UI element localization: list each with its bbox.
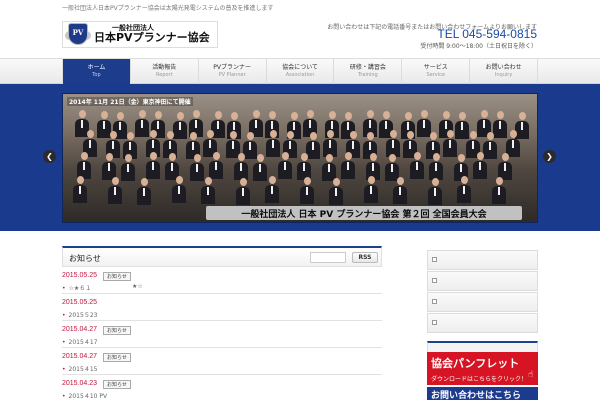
news-category-badge: お知らせ [103,380,131,389]
news-item-text: 2015４15 [68,366,98,373]
site-logo[interactable]: PV 一般社団法人 日本PVプランナー協会 [62,21,218,48]
hero-photo: 2014年 11月 21日（金）東京神田にて開催 一般社団法人 日本 PV プラ… [62,93,538,223]
news-header: お知らせ RSS [62,246,382,267]
bullet-icon: • [62,366,66,373]
nav-item-sublabel: PV Planner [218,72,246,78]
news-item[interactable]: 2015.05.25 • 2015５23 [62,294,382,321]
nav-item-sublabel: Top [92,72,101,78]
nav-item-association[interactable]: 協会について Association [265,59,334,84]
nav-item-label: お問い合わせ [485,64,522,71]
photo-date-caption: 2014年 11月 21日（金）東京神田にて開催 [67,97,193,106]
slider-prev-arrow-icon[interactable]: ❮ [43,150,56,163]
sidebar [427,250,538,365]
global-nav: ホーム Top 活動報告 Report PVプランナー PV Planner 協会について A… [0,58,600,84]
contact-banner-title: お問い合わせはこちら [431,391,522,400]
bullet-icon [432,257,437,262]
rss-button[interactable]: RSS [352,252,378,263]
pamphlet-banner[interactable]: 協会パンフレット ダウンロードはこちらをクリック！ ☝ [427,352,538,385]
pointer-hand-icon: ☝ [528,370,534,380]
nav-item-inquiry[interactable]: お問い合わせ Inquiry [469,59,539,84]
news-category-badge: お知らせ [103,272,131,281]
news-date: 2015.05.25 [62,299,98,306]
news-date: 2015.05.25 [62,272,98,279]
news-item-extra: ★☆ [132,283,143,290]
bullet-icon [432,320,437,325]
event-banner: 一般社団法人 日本 PV プランナー協会 第２回 全国会員大会 [206,206,522,220]
nav-item-sublabel: Inquiry [494,72,513,78]
nav-item-sublabel: Association [285,72,315,78]
pamphlet-title: 協会パンフレット [431,357,520,370]
news-item-title[interactable]: • 2015５23 [62,310,97,319]
nav-item-label: 活動報告 [152,64,177,71]
bullet-icon [432,278,437,283]
news-item-title[interactable]: • 2015４15 [62,364,97,373]
news-date: 2015.04.27 [62,326,98,333]
association-emblem-icon: PV [65,22,91,47]
nav-item-top[interactable]: ホーム Top [62,59,130,84]
news-category-badge: お知らせ [103,326,131,335]
nav-item-label: PVプランナー [213,64,252,71]
news-item-title[interactable]: • ☆★６１ ★☆ [62,283,143,292]
nav-item-service[interactable]: サービス Service [401,59,469,84]
news-item-title[interactable]: • 2015４10 PV [62,391,107,400]
news-category-badge: お知らせ [103,353,131,362]
news-item[interactable]: 2015.04.27 お知らせ • 2015４15 [62,348,382,375]
business-hours: 受付時間 9:00～18:00（土日祝日を除く） [420,43,537,50]
hero-slider: 2014年 11月 21日（金）東京神田にて開催 一般社団法人 日本 PV プラ… [0,84,600,231]
nav-item-report[interactable]: 活動報告 Report [129,59,198,84]
phone-number[interactable]: TEL 045-594-0815 [437,27,537,41]
nav-item-sublabel: Training [358,72,378,78]
nav-item-sublabel: Report [156,72,173,78]
sidebar-item[interactable] [427,313,538,333]
nav-item-training[interactable]: 研修・講習会 Training [333,59,401,84]
news-item-text: 2015５23 [68,312,98,319]
sidebar-item[interactable] [427,250,538,270]
news-item-text: 2015４10 PV [68,393,108,400]
nav-item-label: ホーム [87,64,106,71]
event-banner-text: 一般社団法人 日本 PV プランナー協会 第２回 全国会員大会 [241,210,487,220]
news-item-title[interactable]: • 2015４17 [62,337,97,346]
sidebar-item[interactable] [427,292,538,312]
news-search-input[interactable] [310,252,346,263]
bullet-icon: • [62,312,66,319]
nav-item-label: 研修・講習会 [349,64,386,71]
bullet-icon: • [62,393,66,400]
news-date: 2015.04.27 [62,353,98,360]
bullet-icon: • [62,285,66,292]
pamphlet-subtitle: ダウンロードはこちらをクリック！ [431,376,528,383]
nav-item-label: サービス [423,64,448,71]
slider-next-arrow-icon[interactable]: ❯ [543,150,556,163]
contact-banner[interactable]: お問い合わせはこちら [427,387,538,400]
sidebar-item[interactable] [427,271,538,291]
bullet-icon [432,299,437,304]
nav-item-sublabel: Service [426,72,445,78]
logo-line-2: 日本PVプランナー協会 [94,31,210,45]
nav-item-label: 協会について [282,64,318,71]
site-tagline: 一般社団法人日本PVプランナー協会は太陽光発電システムの普及を推進します [62,5,274,12]
news-item[interactable]: 2015.04.27 お知らせ • 2015４17 [62,321,382,348]
news-item-text: 2015４17 [68,339,98,346]
news-title: お知らせ [69,254,101,263]
news-item-text: ☆★６１ [68,285,92,292]
news-date: 2015.04.23 [62,380,98,387]
nav-item-pv-planner[interactable]: PVプランナー PV Planner [197,59,266,84]
news-section: お知らせ RSS 2015.05.25 お知らせ • ☆★６１ ★☆ 2015.05.25… [62,246,382,400]
news-item[interactable]: 2015.05.25 お知らせ • ☆★６１ ★☆ [62,267,382,294]
news-item[interactable]: 2015.04.23 お知らせ • 2015４10 PV [62,375,382,400]
bullet-icon: • [62,339,66,346]
